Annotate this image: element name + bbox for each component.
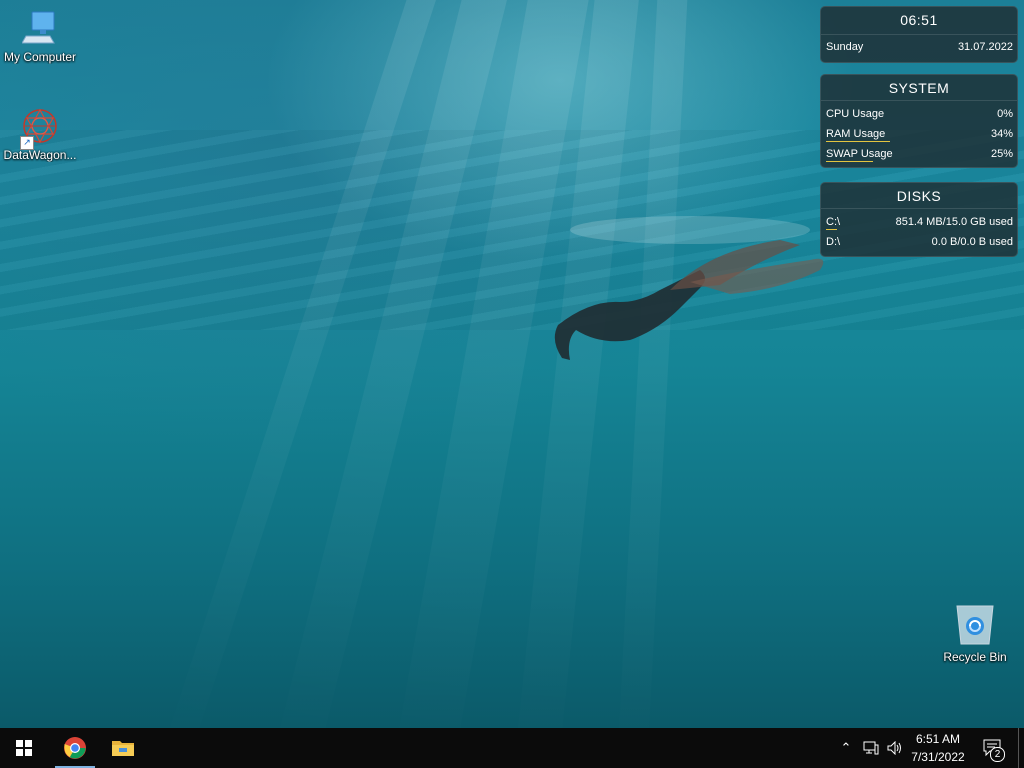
show-hidden-icons-button[interactable]: ⌃ <box>836 728 856 768</box>
metric-value: 34% <box>990 128 1013 140</box>
usage-bar <box>826 161 873 162</box>
system-row-swap: SWAP Usage 25% <box>821 144 1017 164</box>
disk-row-c: C:\ 851.4 MB/15.0 GB used <box>821 212 1017 232</box>
desktop-icon-label: DataWagon... <box>3 148 77 162</box>
disk-value: 0.0 B/0.0 B used <box>931 236 1013 248</box>
disk-value: 851.4 MB/15.0 GB used <box>895 216 1013 228</box>
diver-image <box>554 216 824 360</box>
usage-bar <box>826 229 837 230</box>
datawagon-app-icon: ↗ <box>20 108 58 150</box>
file-explorer-icon <box>112 741 134 756</box>
desktop-icon-datawagon[interactable]: ↗ DataWagon... <box>0 108 80 162</box>
notification-count-badge: 2 <box>990 747 1005 762</box>
volume-button[interactable] <box>884 728 906 768</box>
desktop-wallpaper[interactable]: My Computer ↗ DataWagon... Recycle Bin 0… <box>0 0 1024 728</box>
network-icon <box>863 741 879 755</box>
disks-widget: DISKS C:\ 851.4 MB/15.0 GB used D:\ 0.0 … <box>820 182 1018 257</box>
taskbar-chrome-button[interactable] <box>51 728 99 768</box>
usage-bar <box>826 141 890 142</box>
chevron-up-icon: ⌃ <box>840 740 852 755</box>
clock-widget: 06:51 Sunday 31.07.2022 <box>820 6 1018 63</box>
desktop-icon-label: Recycle Bin <box>943 650 1007 664</box>
metric-value: 0% <box>997 108 1013 120</box>
taskbar: ⌃ 6:51 AM 7/31/2022 2 <box>0 728 1024 768</box>
shortcut-arrow-icon: ↗ <box>20 136 34 150</box>
disk-row-d: D:\ 0.0 B/0.0 B used <box>821 232 1017 252</box>
taskbar-file-explorer-button[interactable] <box>99 728 147 768</box>
desktop-icon-label: My Computer <box>3 50 77 64</box>
taskbar-clock[interactable]: 6:51 AM 7/31/2022 <box>906 730 970 766</box>
start-button[interactable] <box>0 728 48 768</box>
system-widget: SYSTEM CPU Usage 0% RAM Usage 34% SWAP U… <box>820 74 1018 168</box>
clock-day: Sunday <box>826 41 864 53</box>
disks-widget-title: DISKS <box>821 183 1017 209</box>
computer-icon <box>21 10 58 46</box>
clock-date-row: Sunday 31.07.2022 <box>821 37 1017 57</box>
clock-date: 31.07.2022 <box>957 41 1013 53</box>
system-row-cpu: CPU Usage 0% <box>821 104 1017 124</box>
system-row-ram: RAM Usage 34% <box>821 124 1017 144</box>
metric-value: 25% <box>990 148 1013 160</box>
volume-icon <box>887 741 901 755</box>
chrome-icon <box>64 737 86 759</box>
action-center-button[interactable]: 2 <box>978 728 1008 768</box>
disk-label: D:\ <box>826 236 841 248</box>
system-widget-title: SYSTEM <box>821 75 1017 101</box>
taskbar-time: 6:51 AM <box>915 732 961 746</box>
network-button[interactable] <box>860 728 882 768</box>
windows-start-icon <box>16 740 32 756</box>
desktop-icon-my-computer[interactable]: My Computer <box>0 10 80 64</box>
metric-label: CPU Usage <box>826 108 885 120</box>
taskbar-date: 7/31/2022 <box>911 750 965 764</box>
desktop-icon-recycle-bin[interactable]: Recycle Bin <box>935 602 1015 664</box>
recycle-bin-icon <box>955 602 995 646</box>
clock-time: 06:51 <box>821 7 1017 35</box>
show-desktop-divider[interactable] <box>1018 728 1019 768</box>
